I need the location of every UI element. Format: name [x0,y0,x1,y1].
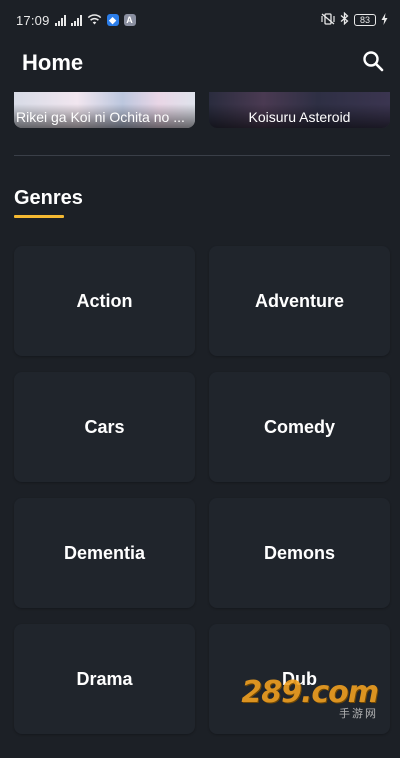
search-button[interactable] [358,48,388,78]
featured-title: Rikei ga Koi ni Ochita no ... [16,109,185,125]
genre-grid: Action Adventure Cars Comedy Dementia De… [14,246,390,734]
status-left: 17:09 ◆ A [16,13,136,28]
genre-card-comedy[interactable]: Comedy [209,372,390,482]
search-icon [362,50,384,77]
genre-label: Adventure [254,290,344,311]
app-bar: Home [0,40,400,86]
genres-heading-underline [14,215,64,218]
mute-vibrate-icon [321,12,335,28]
status-right: 83 [321,11,388,28]
genre-label: Dementia [63,542,146,563]
wifi-icon [87,13,102,28]
genre-card-dementia[interactable]: Dementia [14,498,195,608]
genre-label: Drama [76,668,133,689]
genre-label: Action [76,290,133,311]
genre-card-adventure[interactable]: Adventure [209,246,390,356]
signal-icon-2 [70,14,82,26]
genre-card-action[interactable]: Action [14,246,195,356]
featured-title: Koisuru Asteroid [248,109,351,125]
status-bar: 17:09 ◆ A 83 [0,0,400,40]
genre-label: Dub [282,668,317,689]
signal-icon [54,14,66,26]
genre-card-demons[interactable]: Demons [209,498,390,608]
genre-label: Comedy [263,416,335,437]
genre-card-drama[interactable]: Drama [14,624,195,734]
featured-carousel: Rikei ga Koi ni Ochita no ... Koisuru As… [14,92,390,130]
status-time: 17:09 [16,12,50,28]
genre-card-cars[interactable]: Cars [14,372,195,482]
page-title: Home [22,50,84,75]
battery-icon: 83 [354,14,376,26]
app-store-icon: A [123,14,136,26]
genres-heading: Genres [14,187,83,209]
genre-label: Cars [84,416,125,437]
genre-label: Demons [263,542,335,563]
bluetooth-icon [340,11,349,28]
featured-card[interactable]: Rikei ga Koi ni Ochita no ... [14,92,195,128]
charging-icon [381,12,388,28]
app-notification-icon: ◆ [106,14,119,26]
genre-card-dub[interactable]: Dub [209,624,390,734]
featured-card[interactable]: Koisuru Asteroid [209,92,390,128]
section-divider [14,155,390,156]
